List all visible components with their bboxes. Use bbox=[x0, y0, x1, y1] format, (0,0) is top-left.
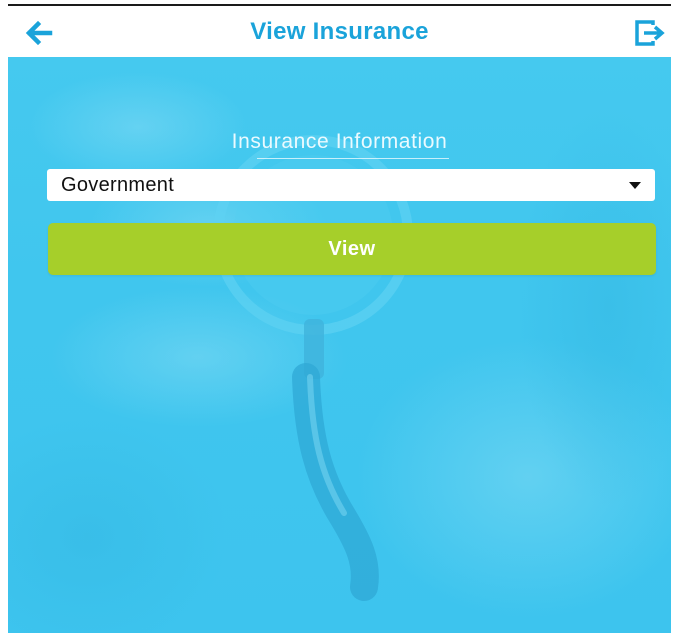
insurance-type-select[interactable]: Government bbox=[47, 169, 655, 201]
view-button[interactable]: View bbox=[48, 223, 656, 275]
main-content: Insurance Information Government View bbox=[8, 57, 671, 633]
caret-down-icon bbox=[629, 182, 641, 189]
logout-icon bbox=[635, 20, 665, 46]
app-screen: View Insurance Insurance Information Gov… bbox=[0, 0, 681, 633]
section-title-underline bbox=[257, 158, 449, 159]
logout-button[interactable] bbox=[629, 18, 669, 48]
insurance-type-value: Government bbox=[61, 174, 175, 196]
section-title: Insurance Information bbox=[231, 130, 448, 153]
page-title: View Insurance bbox=[250, 18, 429, 45]
app-header: View Insurance bbox=[8, 6, 671, 57]
